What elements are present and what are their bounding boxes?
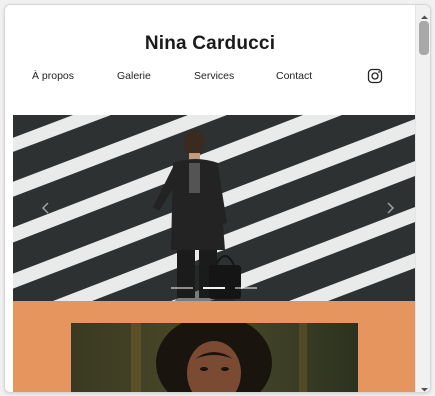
scrollbar-thumb[interactable] [419, 21, 429, 55]
nav-link-about[interactable]: À propos [32, 70, 74, 82]
carousel-indicators [13, 276, 415, 294]
chevron-left-icon[interactable] [39, 201, 53, 215]
scroll-down-arrow-icon[interactable] [420, 381, 429, 392]
about-section [13, 301, 415, 392]
nav-link-services[interactable]: Services [194, 70, 234, 82]
chevron-right-icon[interactable] [383, 201, 397, 215]
carousel-indicator[interactable] [235, 287, 258, 289]
nav-link-gallery[interactable]: Galerie [117, 70, 151, 82]
page-viewport: Nina Carducci À propos Galerie Services … [5, 5, 415, 392]
main-nav: À propos Galerie Services Contact [5, 68, 415, 88]
browser-window: Nina Carducci À propos Galerie Services … [4, 4, 431, 393]
carousel-indicator-active[interactable] [203, 287, 225, 289]
carousel-indicator[interactable] [170, 287, 193, 289]
site-title: Nina Carducci [144, 33, 276, 54]
nav-link-contact[interactable]: Contact [276, 70, 312, 82]
portrait-image [71, 323, 358, 392]
scroll-up-arrow-icon[interactable] [420, 9, 429, 19]
hero-carousel[interactable] [13, 115, 415, 301]
instagram-icon[interactable] [367, 68, 383, 84]
vertical-scrollbar[interactable] [415, 5, 430, 392]
hero-image [13, 115, 415, 301]
